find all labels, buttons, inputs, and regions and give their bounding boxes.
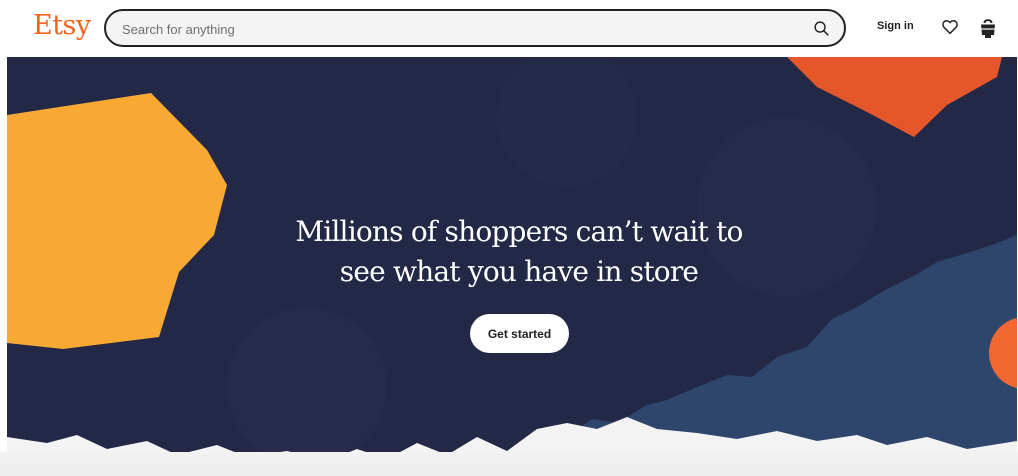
get-started-button[interactable]: Get started [470,314,569,353]
hero-banner: Millions of shoppers can’t wait to see w… [7,57,1017,476]
cart-button[interactable] [978,16,998,38]
sign-in-link[interactable]: Sign in [877,20,914,32]
hero-headline-line-1: Millions of shoppers can’t wait to [295,215,743,248]
search-bar[interactable] [104,9,846,47]
search-input[interactable] [120,19,784,39]
site-header: Etsy Sign in [0,0,1018,57]
hero-headline-line-2: see what you have in store [339,255,699,288]
page-bottom-divider [0,452,1018,476]
hero-headline: Millions of shoppers can’t wait to see w… [7,212,1017,292]
etsy-logo[interactable]: Etsy [33,9,91,43]
search-icon [813,20,829,36]
shopping-bag-icon [981,19,995,38]
heart-icon [942,19,958,35]
favorites-button[interactable] [941,18,959,36]
search-button[interactable] [810,17,832,39]
